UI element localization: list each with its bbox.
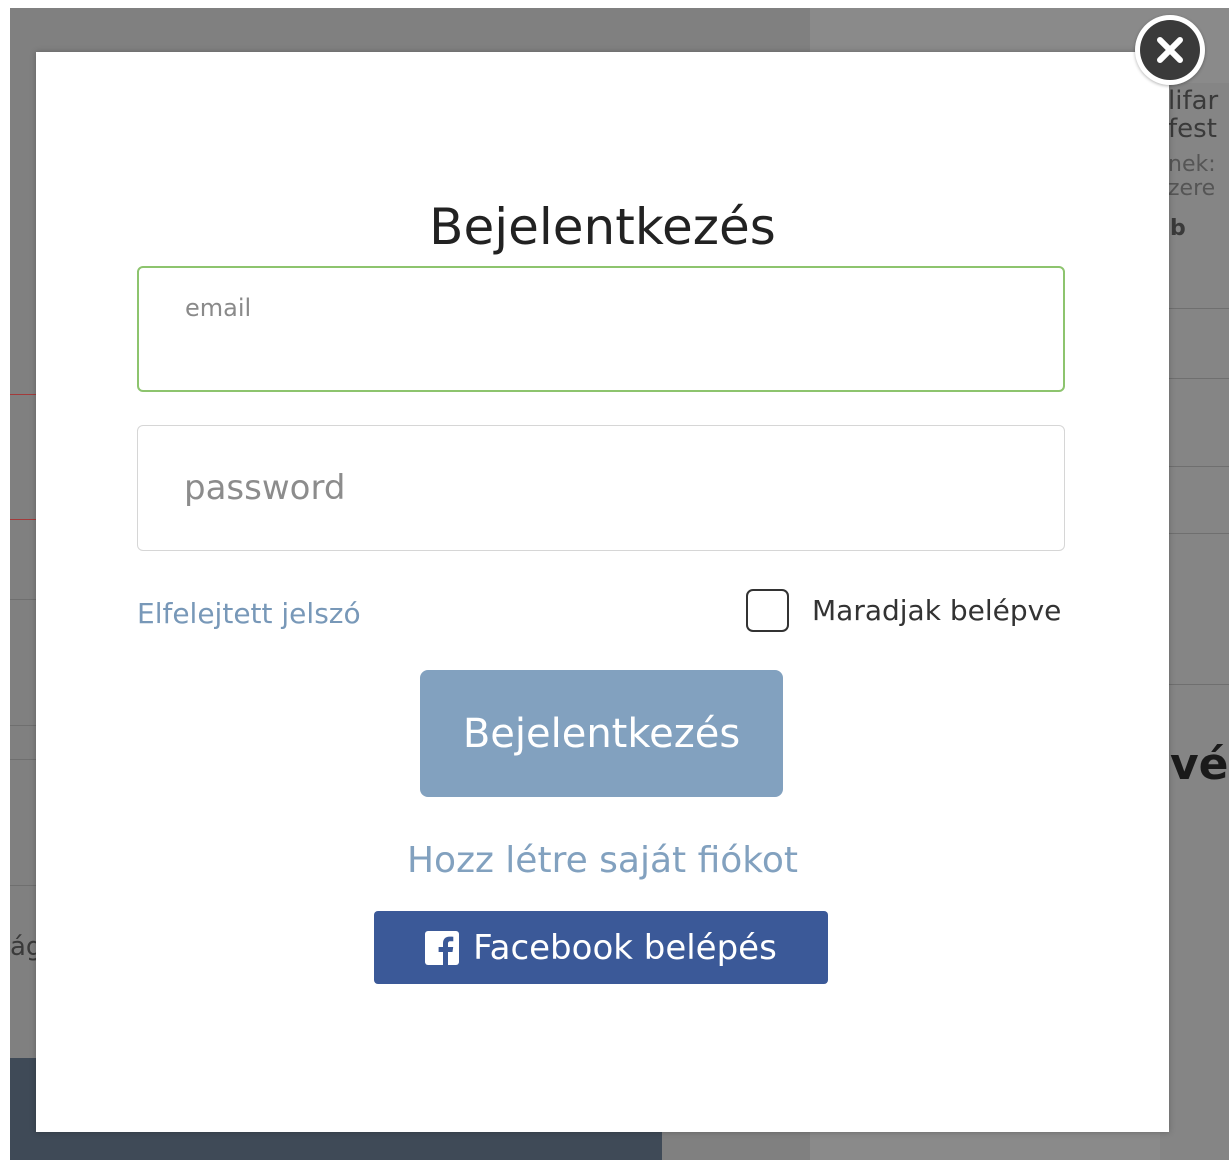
background-divider [1160, 308, 1229, 309]
background-divider [1160, 378, 1229, 379]
create-account-link[interactable]: Hozz létre saját fiókot [36, 840, 1169, 881]
remember-me-label: Maradjak belépve [812, 594, 1062, 627]
background-divider [10, 885, 36, 886]
close-button[interactable] [1135, 15, 1205, 85]
close-icon [1140, 20, 1200, 80]
remember-me-toggle[interactable]: Maradjak belépve [746, 589, 1061, 632]
background-divider [10, 394, 36, 395]
background-heading: vé [1170, 739, 1229, 790]
login-modal: Bejelentkezés email Elfelejtett jelszó M… [36, 52, 1169, 1132]
background-divider [10, 759, 36, 760]
password-input[interactable] [184, 426, 1024, 550]
password-field[interactable] [137, 425, 1065, 551]
background-divider [1160, 466, 1229, 467]
background-divider [1160, 684, 1229, 685]
modal-title: Bejelentkezés [429, 198, 776, 256]
background-text: fest [1168, 114, 1217, 144]
background-divider [1160, 533, 1229, 534]
facebook-login-button[interactable]: Facebook belépés [374, 911, 828, 984]
background-card [1160, 83, 1229, 1160]
background-text: nek: [1168, 152, 1216, 177]
email-field[interactable]: email [137, 266, 1065, 410]
remember-me-checkbox[interactable] [746, 589, 789, 632]
facebook-login-label: Facebook belépés [473, 927, 777, 968]
login-button[interactable]: Bejelentkezés [420, 670, 783, 797]
email-input[interactable] [185, 288, 1025, 410]
background-divider [10, 519, 36, 520]
background-divider [10, 599, 36, 600]
background-text: zere [1168, 176, 1216, 201]
background-text: lifar [1168, 86, 1219, 116]
forgot-password-link[interactable]: Elfelejtett jelszó [137, 597, 361, 630]
background-divider [10, 725, 36, 726]
background-text: b [1170, 216, 1186, 241]
facebook-icon [425, 930, 460, 965]
